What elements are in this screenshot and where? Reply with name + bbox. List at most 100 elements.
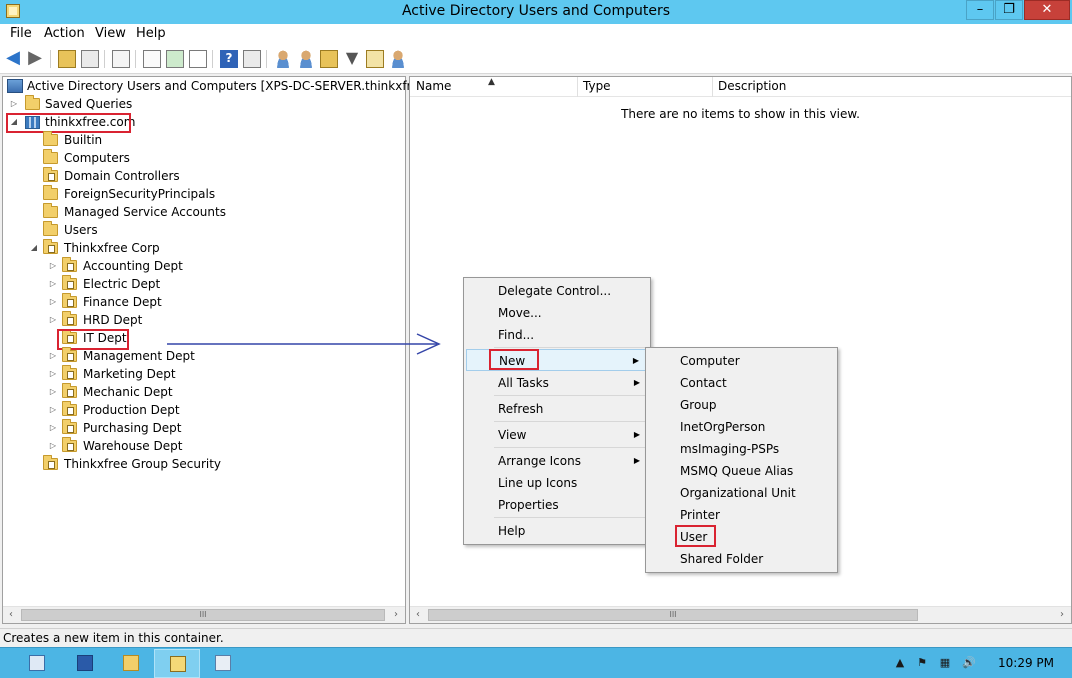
menu-item-arrange-icons[interactable]: Arrange Icons ▶ <box>466 450 648 472</box>
show-hide-tree-icon[interactable] <box>81 50 99 68</box>
scroll-thumb[interactable]: III <box>428 609 918 621</box>
find-icon[interactable] <box>366 50 384 68</box>
menu-item-view[interactable]: View ▶ <box>466 424 648 446</box>
menu-item-refresh[interactable]: Refresh <box>466 398 648 420</box>
menu-view[interactable]: View <box>95 26 126 41</box>
filter-icon[interactable]: ▼ <box>343 50 361 68</box>
expand-icon[interactable]: ▷ <box>49 311 57 329</box>
menu-item-move[interactable]: Move... <box>466 302 648 324</box>
taskbar-powershell[interactable] <box>62 649 108 678</box>
help-icon[interactable]: ? <box>220 50 238 68</box>
expand-icon[interactable]: ▷ <box>49 275 57 293</box>
new-contact[interactable]: Contact <box>648 372 835 394</box>
expand-icon[interactable]: ▷ <box>49 347 57 365</box>
export-list-icon[interactable] <box>143 50 161 68</box>
ou-folder-icon <box>62 257 77 272</box>
list-horizontal-scrollbar[interactable]: ‹ III › <box>410 606 1071 623</box>
taskbar-network[interactable] <box>200 649 246 678</box>
volume-icon[interactable]: 🔊 <box>962 656 976 670</box>
new-organizational-unit[interactable]: Organizational Unit <box>648 482 835 504</box>
menu-item-line-up-icons[interactable]: Line up Icons <box>466 472 648 494</box>
scroll-right-icon[interactable]: › <box>1055 609 1069 621</box>
toolbar: ◀ ▶ ? ▼ <box>0 44 1072 74</box>
expand-icon[interactable]: ▷ <box>49 401 57 419</box>
taskbar-server-manager[interactable] <box>14 649 60 678</box>
new-user-icon[interactable] <box>274 50 292 68</box>
menu-item-all-tasks[interactable]: All Tasks ▶ <box>466 372 648 394</box>
forward-arrow-icon[interactable]: ▶ <box>26 49 44 68</box>
tree-item-thinkxfree-corp[interactable]: ◢ Thinkxfree Corp <box>3 239 403 257</box>
scroll-left-icon[interactable]: ‹ <box>4 609 18 621</box>
maximize-button[interactable]: ❐ <box>995 0 1023 20</box>
expand-icon[interactable]: ▷ <box>49 437 57 455</box>
expand-icon[interactable]: ▷ <box>10 95 18 113</box>
new-group[interactable]: Group <box>648 394 835 416</box>
new-printer[interactable]: Printer <box>648 504 835 526</box>
minimize-button[interactable]: – <box>966 0 994 20</box>
scroll-right-icon[interactable]: › <box>389 609 403 621</box>
clock[interactable]: 10:29 PM <box>998 656 1054 670</box>
new-msimaging-psps[interactable]: msImaging-PSPs <box>648 438 835 460</box>
new-ou-icon[interactable] <box>320 50 338 68</box>
show-hidden-icons[interactable]: ▲ <box>893 656 907 670</box>
tree-item-domain-controllers[interactable]: Domain Controllers <box>3 167 403 185</box>
menu-file[interactable]: File <box>10 26 32 41</box>
window-title: Active Directory Users and Computers <box>401 3 671 19</box>
menu-help[interactable]: Help <box>136 26 166 41</box>
new-group-icon[interactable] <box>297 50 315 68</box>
add-to-group-icon[interactable] <box>389 50 407 68</box>
tree-item-thinkxfree-group-security[interactable]: Thinkxfree Group Security <box>3 455 403 473</box>
tree-item-electric-dept[interactable]: ▷ Electric Dept <box>3 275 403 293</box>
new-computer[interactable]: Computer <box>648 350 835 372</box>
expand-icon[interactable]: ▷ <box>49 365 57 383</box>
export-icon[interactable] <box>189 50 207 68</box>
column-description[interactable]: Description <box>718 79 786 93</box>
column-type[interactable]: Type <box>583 79 611 93</box>
properties-icon[interactable] <box>243 50 261 68</box>
tree-item-builtin[interactable]: Builtin <box>3 131 403 149</box>
tree-item-accounting-dept[interactable]: ▷ Accounting Dept <box>3 257 403 275</box>
tree-item-managed-service-accounts[interactable]: Managed Service Accounts <box>3 203 403 221</box>
submenu-arrow-icon: ▶ <box>632 356 639 365</box>
ou-folder-icon <box>62 275 77 290</box>
expand-icon[interactable]: ▷ <box>49 383 57 401</box>
menu-item-delegate-control[interactable]: Delegate Control... <box>466 280 648 302</box>
tree-item-foreign-security-principals[interactable]: ForeignSecurityPrincipals <box>3 185 403 203</box>
tree-item-users[interactable]: Users <box>3 221 403 239</box>
expand-icon[interactable]: ▷ <box>49 257 57 275</box>
new-inetorgperson[interactable]: InetOrgPerson <box>648 416 835 438</box>
scroll-thumb[interactable]: III <box>21 609 385 621</box>
tree-horizontal-scrollbar[interactable]: ‹ III › <box>3 606 405 623</box>
new-shared-folder[interactable]: Shared Folder <box>648 548 835 570</box>
taskbar-file-explorer[interactable] <box>108 649 154 678</box>
network-tray-icon[interactable]: ▦ <box>938 656 952 670</box>
close-button[interactable]: ✕ <box>1024 0 1070 20</box>
menu-item-find[interactable]: Find... <box>466 324 648 346</box>
menu-item-properties[interactable]: Properties <box>466 494 648 516</box>
tree-item-finance-dept[interactable]: ▷ Finance Dept <box>3 293 403 311</box>
action-center-flag-icon[interactable]: ⚑ <box>915 656 929 670</box>
tree-item-purchasing-dept[interactable]: ▷ Purchasing Dept <box>3 419 403 437</box>
tree-item-computers[interactable]: Computers <box>3 149 403 167</box>
menu-item-help[interactable]: Help <box>466 520 648 542</box>
tree-item-production-dept[interactable]: ▷ Production Dept <box>3 401 403 419</box>
scroll-left-icon[interactable]: ‹ <box>411 609 425 621</box>
tree-item-marketing-dept[interactable]: ▷ Marketing Dept <box>3 365 403 383</box>
refresh-icon[interactable] <box>166 50 184 68</box>
taskbar-aduc[interactable] <box>154 649 200 678</box>
up-folder-icon[interactable] <box>58 50 76 68</box>
expand-icon[interactable]: ▷ <box>49 293 57 311</box>
back-arrow-icon[interactable]: ◀ <box>4 49 22 68</box>
collapse-icon[interactable]: ◢ <box>30 239 38 257</box>
menu-action[interactable]: Action <box>44 26 85 41</box>
new-msmq-queue-alias[interactable]: MSMQ Queue Alias <box>648 460 835 482</box>
expand-icon[interactable]: ▷ <box>49 419 57 437</box>
tree-item-warehouse-dept[interactable]: ▷ Warehouse Dept <box>3 437 403 455</box>
tree-item-hrd-dept[interactable]: ▷ HRD Dept <box>3 311 403 329</box>
tree-saved-queries[interactable]: ▷ Saved Queries <box>3 95 403 113</box>
tree-root[interactable]: Active Directory Users and Computers [XP… <box>3 77 460 95</box>
clipboard-icon[interactable] <box>112 50 130 68</box>
highlight-box-domain <box>6 113 131 133</box>
column-name[interactable]: Name <box>416 79 451 93</box>
tree-item-mechanic-dept[interactable]: ▷ Mechanic Dept <box>3 383 403 401</box>
